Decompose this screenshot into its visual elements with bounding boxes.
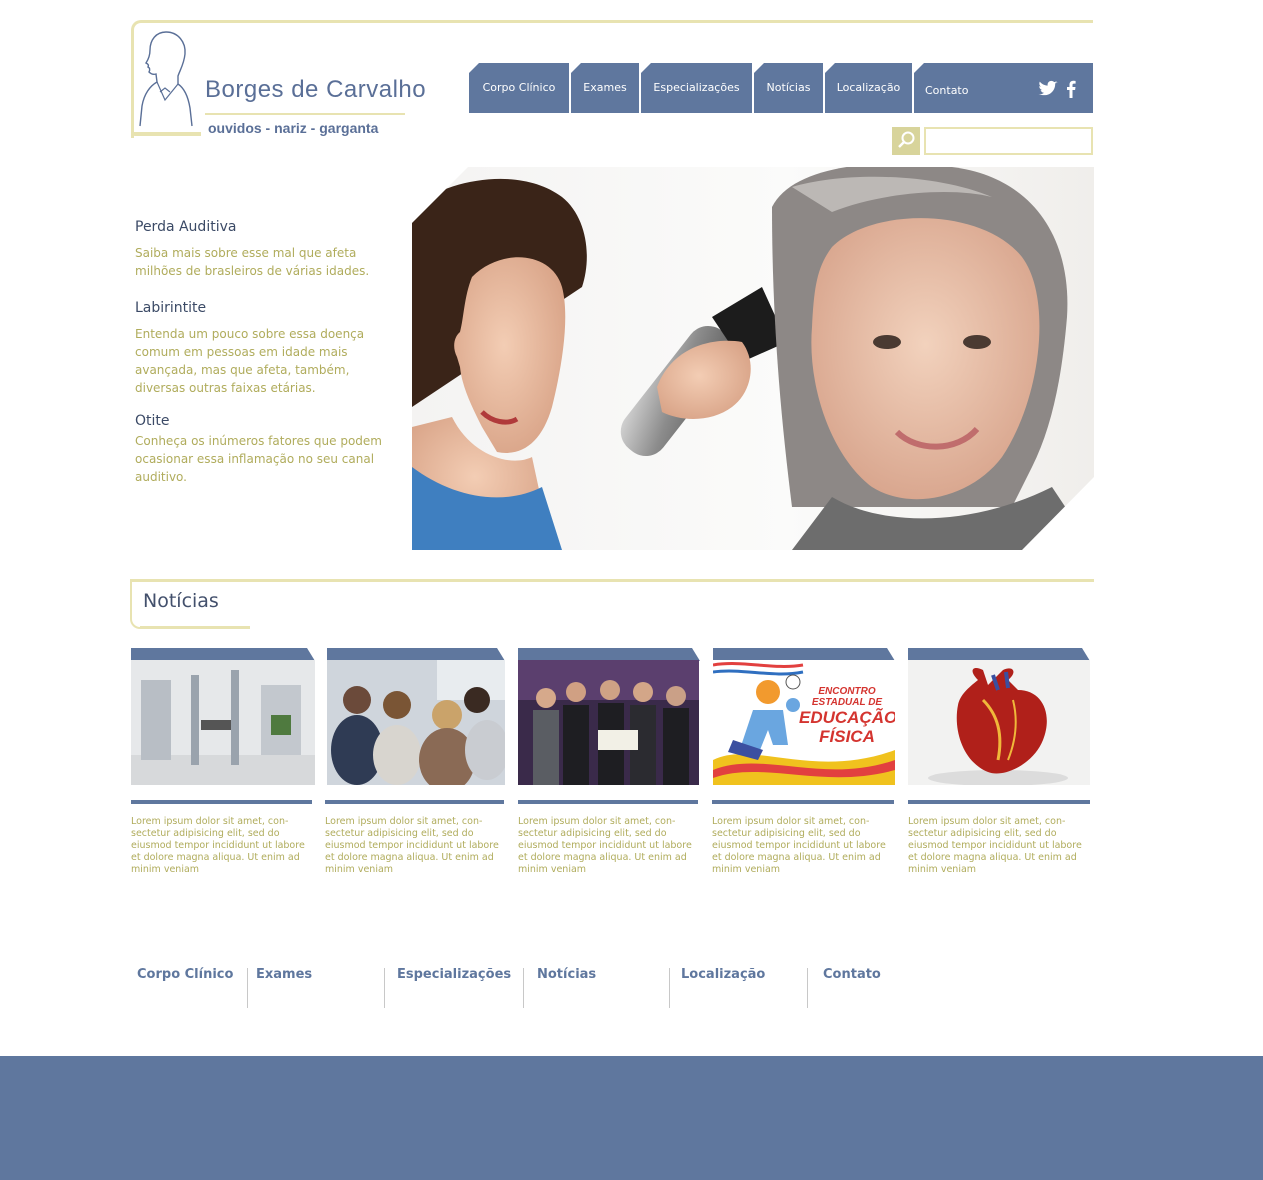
brand-divider — [205, 113, 405, 115]
search-button[interactable] — [892, 127, 920, 155]
news-card-rule — [325, 800, 504, 804]
footer-divider — [247, 968, 248, 1008]
footer-link-exames[interactable]: Exames — [256, 967, 312, 982]
nav-label: Corpo Clínico — [482, 80, 556, 94]
news-card-text: Lorem ipsum dolor sit amet, con-sectetur… — [712, 816, 886, 875]
nav-tab-exames[interactable]: Exames — [571, 63, 639, 113]
news-card-image-gym[interactable] — [131, 660, 315, 785]
news-card-text: Lorem ipsum dolor sit amet, con-sectetur… — [131, 816, 305, 875]
footer-band — [0, 1056, 1263, 1180]
nav-label: Especializações — [653, 80, 740, 94]
news-card-image-audience[interactable] — [327, 660, 505, 785]
footer-divider — [384, 968, 385, 1008]
footer-link-especializacoes[interactable]: Especializações — [397, 967, 511, 982]
news-card-rule — [908, 800, 1090, 804]
nav-tab-corpo-clinico[interactable]: Corpo Clínico — [469, 63, 569, 113]
nav-label: Localização — [836, 80, 901, 94]
twitter-icon[interactable] — [1038, 80, 1058, 102]
feature-text: Saiba mais sobre esse mal que afeta milh… — [135, 246, 370, 278]
feature-title[interactable]: Perda Auditiva — [135, 219, 236, 235]
brand-tagline: ouvidos - nariz - garganta — [208, 120, 379, 136]
footer-link-contato[interactable]: Contato — [823, 967, 881, 982]
footer-divider — [669, 968, 670, 1008]
news-section-rule — [131, 579, 1094, 582]
news-card-image-award[interactable] — [518, 660, 699, 785]
news-card-text: Lorem ipsum dolor sit amet, con-sectetur… — [325, 816, 499, 875]
footer-divider — [523, 968, 524, 1008]
feature-text: Entenda um pouco sobre essa doença comum… — [135, 327, 365, 395]
nav-label: Contato — [925, 83, 969, 97]
news-heading-frame-bottom — [140, 626, 250, 628]
nav-label: Notícias — [766, 80, 811, 94]
poster-line: ESTADUAL DE — [811, 697, 883, 708]
feature-title[interactable]: Otite — [135, 413, 170, 429]
news-card-image-heart-model[interactable] — [908, 660, 1090, 785]
facebook-icon[interactable] — [1066, 80, 1076, 102]
feature-title[interactable]: Labirintite — [135, 300, 206, 316]
news-card-text: Lorem ipsum dolor sit amet, con-sectetur… — [518, 816, 692, 875]
news-card-rule — [131, 800, 312, 804]
footer-link-corpo-clinico[interactable]: Corpo Clínico — [137, 967, 233, 982]
hero-banner-image — [412, 167, 1094, 550]
nav-tab-noticias[interactable]: Notícias — [754, 63, 823, 113]
logo-frame-bottom — [131, 132, 201, 136]
header-top-rule — [400, 20, 1093, 23]
brand-name: Borges de Carvalho — [205, 76, 427, 103]
search-input[interactable] — [924, 127, 1093, 155]
nav-tab-especializacoes[interactable]: Especializações — [641, 63, 752, 113]
news-card-image-event-poster[interactable]: ENCONTRO ESTADUAL DE EDUCAÇÃO FÍSICA — [713, 660, 895, 785]
nav-tab-localizacao[interactable]: Localização — [825, 63, 912, 113]
footer-link-noticias[interactable]: Notícias — [537, 967, 596, 982]
news-card-rule — [518, 800, 698, 804]
poster-line: FÍSICA — [819, 727, 875, 746]
news-heading: Notícias — [143, 590, 219, 612]
logo-profile-icon — [138, 30, 194, 132]
footer-link-localizacao[interactable]: Localização — [681, 967, 765, 982]
nav-label: Exames — [583, 80, 627, 94]
footer-divider — [807, 968, 808, 1008]
news-card-rule — [712, 800, 894, 804]
feature-text: Conheça os inúmeros fatores que podem oc… — [135, 434, 382, 484]
news-card-text: Lorem ipsum dolor sit amet, con-sectetur… — [908, 816, 1082, 875]
poster-line: ENCONTRO — [818, 686, 876, 697]
search-icon — [898, 131, 915, 148]
poster-line: EDUCAÇÃO — [799, 708, 895, 727]
